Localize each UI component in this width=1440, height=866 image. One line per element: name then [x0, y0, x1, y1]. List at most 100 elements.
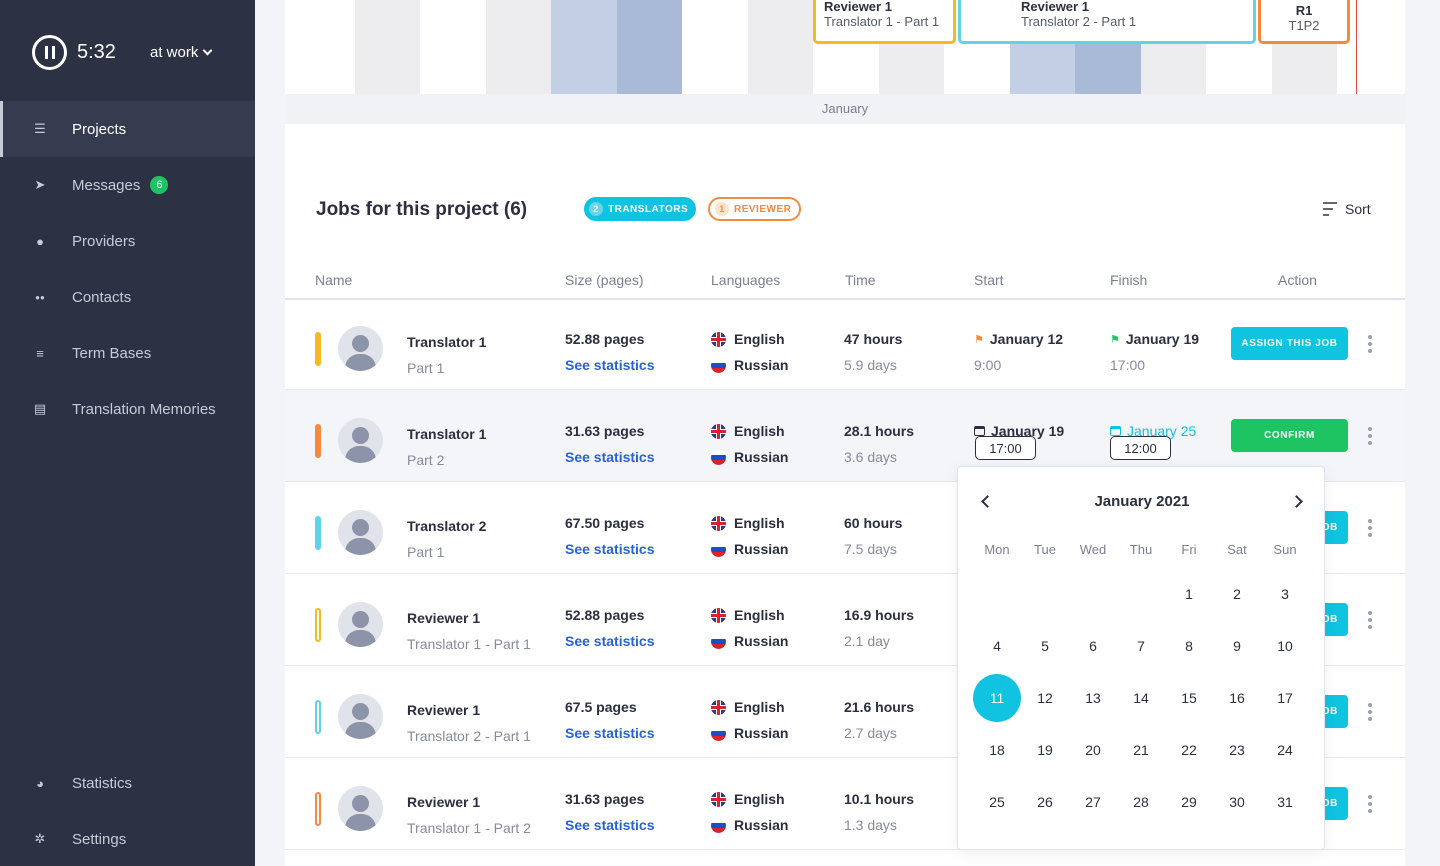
- timeline-card-r1[interactable]: R1 T1P2: [1258, 0, 1350, 44]
- more-options-icon[interactable]: [1367, 703, 1373, 721]
- job-language: Russian: [711, 633, 788, 649]
- calendar-day[interactable]: 26: [1021, 778, 1069, 826]
- calendar-day[interactable]: 17: [1261, 674, 1309, 722]
- sidebar-item-settings[interactable]: ✲ Settings: [0, 811, 255, 866]
- timeline-card-reviewer-t1p1[interactable]: Reviewer 1 Translator 1 - Part 1: [813, 0, 956, 44]
- finish-date: ⚑ January 19: [1110, 331, 1199, 347]
- see-statistics-link[interactable]: See statistics: [565, 541, 655, 557]
- uk-flag-icon: [711, 791, 726, 807]
- avatar: [338, 510, 383, 555]
- see-statistics-link[interactable]: See statistics: [565, 633, 655, 649]
- job-language: English: [711, 699, 785, 715]
- table-row[interactable]: Translator 1 Part 1 52.88 pages See statist…: [285, 298, 1405, 390]
- calendar-day[interactable]: 28: [1117, 778, 1165, 826]
- col-finish[interactable]: Finish: [1110, 272, 1147, 288]
- col-time[interactable]: Time: [845, 272, 876, 288]
- calendar-day[interactable]: 5: [1021, 622, 1069, 670]
- job-hours: 47 hours: [844, 331, 903, 347]
- finish-time-input[interactable]: 12:00: [1110, 436, 1171, 460]
- job-color-indicator: [315, 332, 321, 366]
- calendar-day[interactable]: 4: [973, 622, 1021, 670]
- status-dropdown[interactable]: at work: [150, 44, 213, 61]
- calendar-day[interactable]: 6: [1069, 622, 1117, 670]
- calendar-day[interactable]: 9: [1213, 622, 1261, 670]
- calendar-day[interactable]: 10: [1261, 622, 1309, 670]
- kebab-dot: [1368, 427, 1372, 431]
- russia-flag-icon: [711, 449, 726, 465]
- see-statistics-link[interactable]: See statistics: [565, 357, 655, 373]
- calendar-day[interactable]: 14: [1117, 674, 1165, 722]
- calendar-day[interactable]: 19: [1021, 726, 1069, 774]
- calendar-day[interactable]: 2: [1213, 570, 1261, 618]
- calendar-day[interactable]: 1: [1165, 570, 1213, 618]
- timeline-day-column: [420, 0, 486, 94]
- calendar-day[interactable]: 25: [973, 778, 1021, 826]
- calendar-icon: [974, 426, 985, 436]
- job-subtitle: Part 2: [407, 452, 445, 468]
- calendar-day[interactable]: 31: [1261, 778, 1309, 826]
- calendar-day[interactable]: 27: [1069, 778, 1117, 826]
- calendar-day[interactable]: 29: [1165, 778, 1213, 826]
- uk-flag-icon: [711, 423, 726, 439]
- assign-job-button[interactable]: ASSIGN THIS JOB: [1231, 327, 1348, 360]
- job-subtitle: Part 1: [407, 360, 445, 376]
- calendar-day[interactable]: 21: [1117, 726, 1165, 774]
- calendar-day[interactable]: 23: [1213, 726, 1261, 774]
- sidebar-item-statistics[interactable]: ◕ Statistics: [0, 755, 255, 811]
- kebab-dot: [1368, 526, 1372, 530]
- more-options-icon[interactable]: [1367, 427, 1373, 445]
- calendar-day[interactable]: 30: [1213, 778, 1261, 826]
- sidebar-item-term-bases[interactable]: ≡ Term Bases: [0, 325, 255, 381]
- avatar-head: [352, 519, 369, 536]
- calendar-day[interactable]: 7: [1117, 622, 1165, 670]
- job-language: English: [711, 607, 785, 623]
- pause-icon[interactable]: [32, 35, 67, 70]
- sidebar-item-contacts[interactable]: ●● Contacts: [0, 269, 255, 325]
- col-name[interactable]: Name: [315, 272, 352, 288]
- more-options-icon[interactable]: [1367, 611, 1373, 629]
- calendar-day[interactable]: 13: [1069, 674, 1117, 722]
- sort-button[interactable]: Sort: [1323, 201, 1371, 217]
- timeline-card-reviewer-t2p1[interactable]: Reviewer 1 Translator 2 - Part 1: [958, 0, 1256, 44]
- calendar-day[interactable]: 16: [1213, 674, 1261, 722]
- calendar-day[interactable]: 20: [1069, 726, 1117, 774]
- more-options-icon[interactable]: [1367, 795, 1373, 813]
- weekday-label: Fri: [1181, 542, 1197, 557]
- calendar-day[interactable]: 8: [1165, 622, 1213, 670]
- sidebar-item-label: Messages: [72, 176, 141, 194]
- chevron-down-icon: [202, 45, 213, 56]
- calendar-day[interactable]: 18: [973, 726, 1021, 774]
- status-label: at work: [150, 44, 199, 61]
- calendar-day[interactable]: 24: [1261, 726, 1309, 774]
- sidebar-item-providers[interactable]: ● Providers: [0, 213, 255, 269]
- confirm-button[interactable]: CONFIRM: [1231, 419, 1348, 452]
- reviewer-filter[interactable]: 1 REVIEWER: [708, 197, 802, 221]
- calendar-day[interactable]: 15: [1165, 674, 1213, 722]
- start-time-input[interactable]: 17:00: [975, 436, 1036, 460]
- timeline-month: January: [285, 94, 1405, 124]
- calendar-day-selected[interactable]: 11: [973, 674, 1021, 722]
- jobs-title: Jobs for this project (6): [316, 199, 528, 220]
- reviewer-label: REVIEWER: [734, 203, 792, 215]
- calendar-day[interactable]: 22: [1165, 726, 1213, 774]
- job-color-indicator: [315, 608, 321, 642]
- sidebar-item-projects[interactable]: ☰ Projects: [0, 101, 255, 157]
- see-statistics-link[interactable]: See statistics: [565, 817, 655, 833]
- col-start[interactable]: Start: [974, 272, 1004, 288]
- see-statistics-link[interactable]: See statistics: [565, 725, 655, 741]
- more-options-icon[interactable]: [1367, 519, 1373, 537]
- col-languages[interactable]: Languages: [711, 272, 780, 288]
- more-options-icon[interactable]: [1367, 335, 1373, 353]
- calendar-day[interactable]: 12: [1021, 674, 1069, 722]
- col-size[interactable]: Size (pages): [565, 272, 644, 288]
- avatar-head: [352, 335, 369, 352]
- sidebar-item-translation-memories[interactable]: ▤ Translation Memories: [0, 381, 255, 437]
- translators-filter[interactable]: 2 TRANSLATORS: [584, 197, 697, 221]
- calendar-day[interactable]: 3: [1261, 570, 1309, 618]
- timeline-card-title: R1: [1295, 3, 1313, 18]
- start-time: 9:00: [974, 357, 1002, 373]
- timeline-card-subtitle: Translator 2 - Part 1: [1021, 14, 1137, 29]
- weekday-label: Tue: [1034, 542, 1056, 557]
- see-statistics-link[interactable]: See statistics: [565, 449, 655, 465]
- sidebar-item-messages[interactable]: ➤ Messages 6: [0, 157, 255, 213]
